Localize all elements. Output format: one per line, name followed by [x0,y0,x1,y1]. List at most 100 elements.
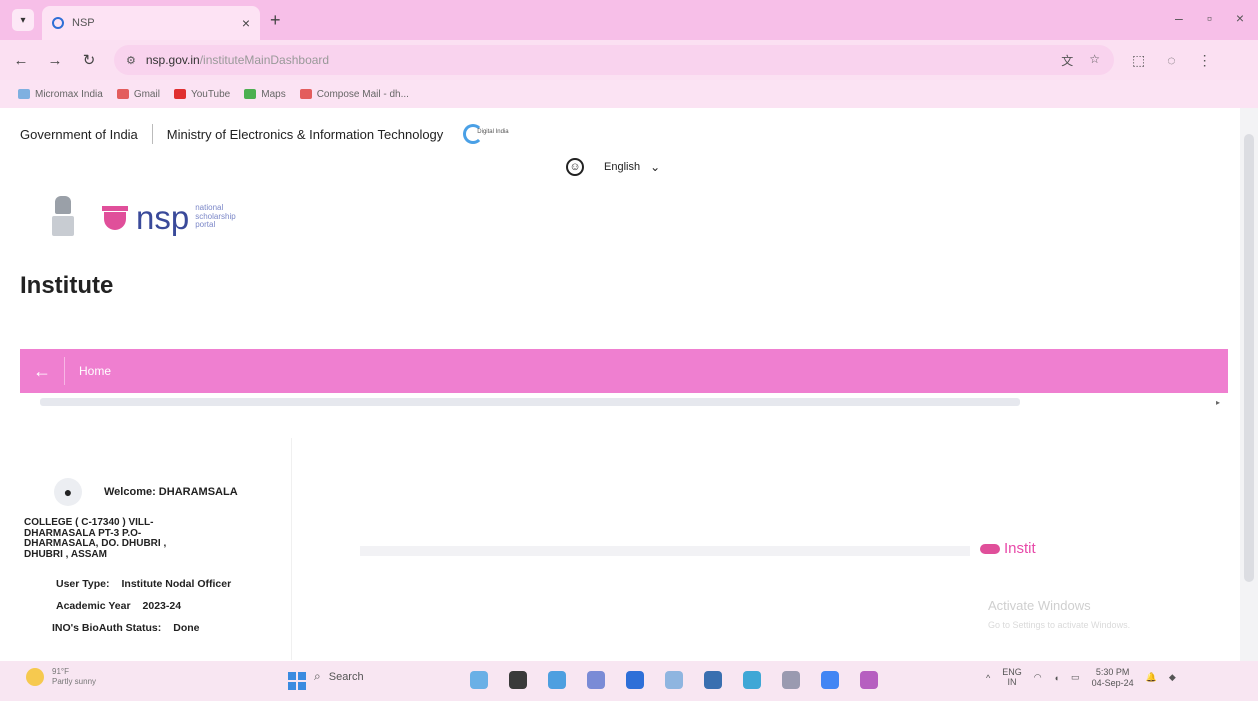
volume-icon[interactable]: ◖ [1054,673,1059,683]
bioauth-value: Done [173,622,200,634]
app-icon[interactable] [587,671,605,689]
translate-icon[interactable]: 文 [1061,52,1073,69]
notification-bell-icon[interactable]: 🔔 [1146,672,1157,683]
app-icon[interactable] [704,671,722,689]
institute-badge[interactable]: Instit [980,540,1036,557]
site-info-icon[interactable]: ⚙ [126,54,136,67]
content-placeholder [360,546,970,556]
new-tab-button[interactable]: + [270,10,281,31]
user-type-label: User Type: [56,578,110,590]
app-icon[interactable] [782,671,800,689]
input-language[interactable]: ENG IN [1002,667,1022,688]
chrome-icon[interactable] [821,671,839,689]
profile-icon[interactable]: ◌ [1167,52,1175,69]
tab-nsp[interactable]: NSP × [42,6,260,40]
institute-badge-label: Instit [1004,540,1036,557]
divider [151,124,153,144]
taskbar-search[interactable]: ⌕ Search [314,669,364,684]
bookmarks-bar: Micromax India Gmail YouTube Maps Compos… [0,80,1258,108]
back-arrow-icon[interactable]: ← [20,361,64,382]
nsp-logo-text: nsp [136,198,190,236]
browser-tab-bar: ▾ NSP × + – ▫ × [0,0,1258,40]
minimize-icon[interactable]: – [1175,10,1183,26]
user-avatar-icon: ● [54,478,82,506]
national-emblem-icon [50,196,76,238]
battery-icon[interactable]: ▭ [1071,672,1080,683]
language-select[interactable]: English [604,161,640,173]
edge-icon[interactable] [743,671,761,689]
forward-arrow-icon[interactable]: → [42,52,68,69]
breadcrumb-bar: ← Home [20,349,1228,393]
site-logo[interactable]: nsp national scholarship portal [50,196,236,238]
divider [64,357,65,385]
bookmark-item[interactable]: Maps [244,89,286,100]
gov-of-india-link[interactable]: Government of India [20,127,138,142]
vertical-scrollbar[interactable] [1240,108,1258,661]
task-view-icon[interactable] [470,671,488,689]
reload-icon[interactable]: ↻ [76,51,102,69]
bioauth-label: INO's BioAuth Status: [52,622,162,634]
tab-title: NSP [72,17,95,29]
bookmark-item[interactable]: Gmail [116,89,160,100]
app-icon[interactable] [665,671,683,689]
taskbar-apps [470,671,878,689]
accessibility-icon[interactable]: ☺ [566,158,584,176]
widgets-icon[interactable] [509,671,527,689]
institute-name-text: COLLEGE ( C-17340 ) VILL- DHARMASALA PT-… [24,517,167,560]
language-selector-row: ☺ English ⌄ [566,158,660,176]
ministry-link[interactable]: Ministry of Electronics & Information Te… [167,127,444,142]
search-icon: ⌕ [314,669,321,683]
scrollbar-thumb[interactable] [1244,134,1254,582]
tab-search-button[interactable]: ▾ [12,9,34,31]
window-controls: – ▫ × [1175,10,1244,26]
menu-kebab-icon[interactable]: ⋮ [1198,52,1212,69]
breadcrumb-home[interactable]: Home [79,364,111,378]
horizontal-scroll-track[interactable] [40,398,1020,406]
url-host: nsp.gov.in [145,53,200,67]
close-window-icon[interactable]: × [1236,10,1244,26]
windows-start-icon[interactable] [288,672,306,690]
clock[interactable]: 5:30 PM 04-Sep-24 [1092,667,1134,689]
nsp-pill-icon [980,543,1000,554]
nsp-tagline: national scholarship portal [195,203,236,230]
url-path: /instituteMainDashboard [199,53,330,67]
wifi-icon[interactable]: ◠ [1034,672,1042,683]
chevron-down-icon[interactable]: ⌄ [650,160,660,174]
bookmark-item[interactable]: Compose Mail - dh... [299,89,409,100]
gov-header: Government of India Ministry of Electron… [20,124,509,144]
youtube-icon [173,89,186,99]
micromax-icon [18,89,30,99]
address-bar[interactable]: ⚙ nsp.gov.in /instituteMainDashboard 文 ☆ [114,45,1114,75]
user-type-value: Institute Nodal Officer [121,578,232,590]
bookmark-star-icon[interactable]: ☆ [1089,52,1100,69]
gmail-icon [116,89,129,99]
maps-icon [244,89,257,99]
copilot-icon[interactable]: ◆ [1169,672,1176,683]
user-type-row: User Type: Institute Nodal Officer [56,578,231,590]
explorer-icon[interactable] [548,671,566,689]
scroll-right-icon[interactable]: ▸ [1216,398,1220,407]
weather-widget[interactable]: 91°F Partly sunny [26,667,96,686]
browser-nav-bar: ← → ↻ ⚙ nsp.gov.in /instituteMainDashboa… [0,40,1258,80]
activate-windows-watermark: Activate Windows [988,598,1091,613]
tray-chevron-icon[interactable]: ^ [986,673,990,683]
temperature: 91°F [52,667,69,676]
back-arrow-icon[interactable]: ← [8,52,34,69]
bookmark-item[interactable]: YouTube [173,89,230,100]
app-icon[interactable] [860,671,878,689]
search-label: Search [328,670,364,683]
weather-condition: Partly sunny [52,676,97,686]
bookmark-item[interactable]: Micromax India [18,89,103,100]
nsp-shield-icon [102,206,128,230]
bioauth-row: INO's BioAuth Status: Done [52,622,200,634]
extensions-icon[interactable]: ⬚ [1132,52,1145,69]
page-content: Government of India Ministry of Electron… [0,108,1240,661]
restore-icon[interactable]: ▫ [1207,10,1212,26]
windows-taskbar: 91°F Partly sunny ⌕ Search ^ ENG IN ◠ ◖ … [0,661,1258,701]
digital-india-logo: Digital India [463,124,509,144]
nsp-favicon-icon [52,17,64,29]
system-tray: ^ ENG IN ◠ ◖ ▭ 5:30 PM 04-Sep-24 🔔 ◆ [986,667,1176,689]
word-icon[interactable] [626,671,644,689]
tab-close-icon[interactable]: × [242,15,250,31]
welcome-row: ● Welcome: DHARAMSALA [54,478,238,506]
